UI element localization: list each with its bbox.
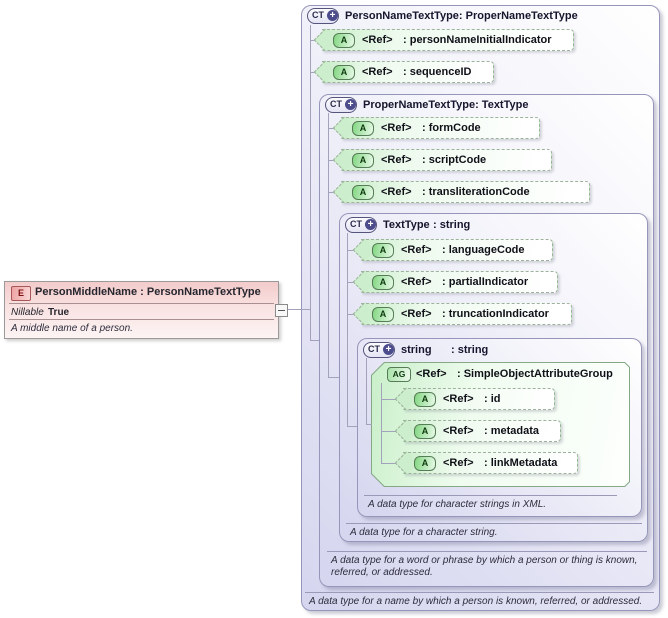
- schema-diagram: CT + PersonNameTextType: ProperNameTextTy…: [0, 0, 668, 618]
- collapse-toggle[interactable]: [275, 304, 288, 317]
- element-property-name: Nillable: [11, 307, 44, 318]
- text-type-annotation: A data type for a character string.: [350, 527, 498, 538]
- element-title: PersonMiddleName : PersonNameTextType: [35, 286, 261, 298]
- element-annotation: A middle name of a person.: [11, 323, 133, 334]
- attribute-icon: A: [372, 306, 394, 322]
- type-title: string: string: [401, 344, 489, 356]
- attribute-icon: A: [352, 152, 374, 168]
- rail-string: [366, 358, 367, 424]
- header-proper-name-text-type[interactable]: CT + ProperNameTextType: TextType: [325, 97, 528, 113]
- attribute-icon: A: [414, 391, 436, 407]
- complex-type-icon[interactable]: CT +: [307, 8, 339, 24]
- expand-icon[interactable]: +: [383, 344, 394, 355]
- header-string[interactable]: CT + string: string: [363, 342, 488, 358]
- attribute-icon: A: [352, 184, 374, 200]
- attribute-person-name-initial-indicator[interactable]: A <Ref> : personNameInitialIndicator: [322, 29, 574, 51]
- attribute-icon: A: [372, 274, 394, 290]
- string-annotation: A data type for character strings in XML…: [368, 499, 547, 510]
- separator: [346, 523, 642, 524]
- header-person-name-text-type[interactable]: CT + PersonNameTextType: ProperNameTextTy…: [307, 8, 578, 24]
- attribute-icon: A: [333, 64, 355, 80]
- attribute-icon: A: [352, 120, 374, 136]
- attribute-language-code[interactable]: A <Ref> : languageCode: [361, 239, 553, 261]
- header-text-type[interactable]: CT + TextType: string: [345, 217, 470, 233]
- rail-stub: [347, 426, 357, 427]
- expand-icon[interactable]: +: [345, 99, 356, 110]
- attribute-id[interactable]: A <Ref> : id: [403, 388, 555, 410]
- separator: [305, 592, 654, 593]
- attribute-sequence-id[interactable]: A <Ref> : sequenceID: [322, 61, 494, 83]
- separator: [364, 495, 617, 496]
- attribute-icon: A: [333, 32, 355, 48]
- rail-attribute-group: [381, 383, 382, 463]
- attribute-icon: A: [414, 455, 436, 471]
- rail-text-type: [347, 233, 348, 426]
- attribute-metadata[interactable]: A <Ref> : metadata: [403, 420, 561, 442]
- separator: [9, 319, 274, 320]
- rail-proper-name-text-type: [328, 113, 329, 377]
- attribute-group-icon: AG: [387, 366, 411, 382]
- attribute-form-code[interactable]: A <Ref> : formCode: [341, 117, 540, 139]
- complex-type-icon[interactable]: CT +: [325, 97, 357, 113]
- rail-stub: [366, 424, 372, 425]
- expand-icon[interactable]: +: [327, 10, 338, 21]
- expand-icon[interactable]: +: [365, 219, 376, 230]
- attribute-group-header[interactable]: AG <Ref> : SimpleObjectAttributeGroup: [387, 366, 613, 382]
- attribute-icon: A: [372, 242, 394, 258]
- element-box-person-middle-name[interactable]: E PersonMiddleName : PersonNameTextType …: [4, 281, 279, 339]
- type-title: TextType: string: [383, 219, 471, 231]
- type-title: PersonNameTextType: ProperNameTextType: [345, 10, 578, 22]
- rail-stub: [310, 340, 319, 341]
- separator: [9, 303, 274, 304]
- type-title: ProperNameTextType: TextType: [363, 99, 529, 111]
- attribute-script-code[interactable]: A <Ref> : scriptCode: [341, 149, 552, 171]
- attribute-truncation-indicator[interactable]: A <Ref> : truncationIndicator: [361, 303, 572, 325]
- complex-type-icon[interactable]: CT +: [345, 217, 377, 233]
- rail-stub: [328, 377, 339, 378]
- attribute-icon: A: [414, 423, 436, 439]
- attribute-partial-indicator[interactable]: A <Ref> : partialIndicator: [361, 271, 558, 293]
- attribute-link-metadata[interactable]: A <Ref> : linkMetadata: [403, 452, 578, 474]
- proper-name-text-type-annotation: A data type for a word or phrase by whic…: [331, 555, 638, 578]
- person-name-text-type-annotation: A data type for a name by which a person…: [309, 596, 643, 607]
- element-property-value: True: [48, 307, 70, 318]
- complex-type-icon[interactable]: CT +: [363, 342, 395, 358]
- separator: [327, 551, 647, 552]
- attribute-transliteration-code[interactable]: A <Ref> : transliterationCode: [341, 181, 590, 203]
- element-icon: E: [11, 286, 31, 301]
